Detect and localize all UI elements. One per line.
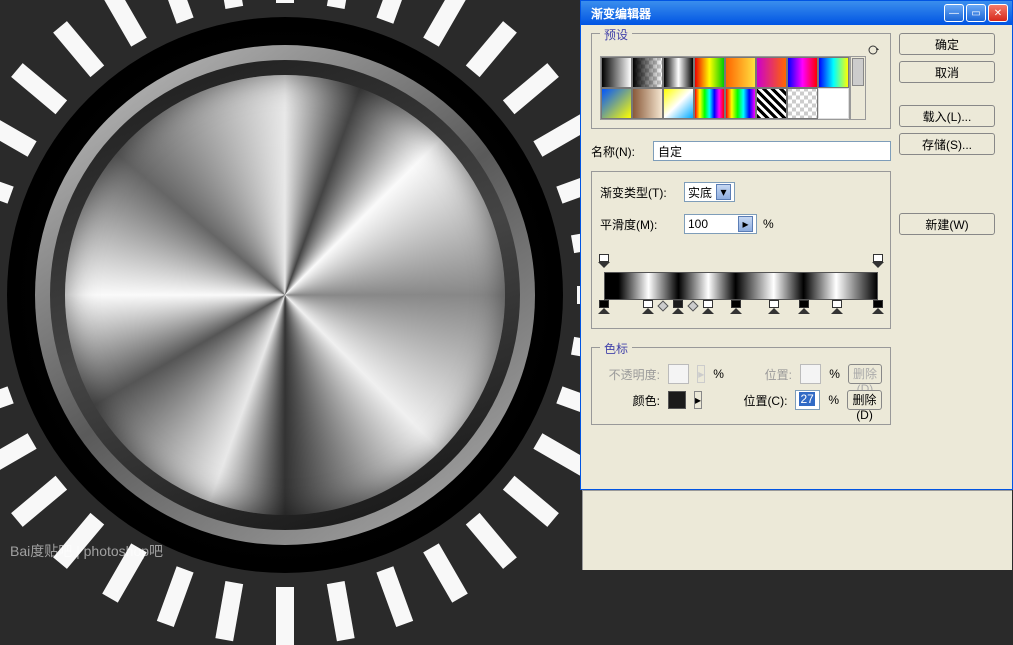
preset-swatch[interactable] [818,57,849,88]
name-label: 名称(N): [591,143,647,160]
color-well[interactable] [668,391,686,409]
color-stop[interactable] [798,300,810,314]
ok-button[interactable]: 确定 [899,33,995,55]
panel-below [582,490,1012,570]
watermark-text: Bai度贴吧 | photoshop吧 [10,541,163,561]
presets-scrollbar[interactable] [850,56,866,120]
maximize-button[interactable]: ▭ [966,4,986,22]
delete-color-stop-button[interactable]: 删除(D) [847,390,882,410]
color-stop[interactable] [642,300,654,314]
chevron-down-icon: ▾ [716,184,731,200]
presets-group: 预设 [591,33,891,129]
preset-swatch[interactable] [663,57,694,88]
position-c-input[interactable]: 27 [795,390,820,410]
color-label: 颜色: [600,392,660,409]
close-button[interactable]: ✕ [988,4,1008,22]
presets-legend: 预设 [600,26,632,43]
smoothness-value: 100 [688,217,734,231]
preset-swatch[interactable] [694,88,725,119]
preset-swatch[interactable] [601,88,632,119]
smoothness-input[interactable]: 100 ▸ [684,214,757,234]
minimize-button[interactable]: — [944,4,964,22]
color-stop[interactable] [768,300,780,314]
color-stop[interactable] [672,300,684,314]
preset-swatch[interactable] [663,88,694,119]
dialog-titlebar[interactable]: 渐变编辑器 — ▭ ✕ [581,1,1012,25]
stops-legend: 色标 [600,340,632,357]
smoothness-label: 平滑度(M): [600,216,678,233]
opacity-stop[interactable] [598,254,610,268]
color-stop[interactable] [831,300,843,314]
document-canvas: Bai度贴吧 | photoshop吧 [0,0,580,573]
gradient-editor-dialog: 渐变编辑器 — ▭ ✕ 预设 [580,0,1013,490]
chevron-right-icon: ▸ [697,365,705,383]
preset-swatch[interactable] [632,57,663,88]
color-stop[interactable] [598,300,610,314]
color-stop[interactable] [702,300,714,314]
presets-flyout-icon[interactable] [866,44,882,56]
preset-swatch[interactable] [694,57,725,88]
preset-swatch[interactable] [601,57,632,88]
smoothness-unit: % [763,217,774,231]
opacity-label: 不透明度: [600,366,660,383]
gradient-type-select[interactable]: 实底 ▾ [684,182,735,202]
gradient-bar[interactable] [600,254,882,318]
midpoint-diamond[interactable] [687,300,698,311]
name-input[interactable] [653,141,891,161]
cancel-button[interactable]: 取消 [899,61,995,83]
preset-swatch[interactable] [787,88,818,119]
preset-swatch[interactable] [787,57,818,88]
chevron-right-icon: ▸ [738,216,753,232]
position-input [800,364,821,384]
preset-swatch[interactable] [725,88,756,119]
pct: % [829,367,840,381]
load-button[interactable]: 载入(L)... [899,105,995,127]
save-button[interactable]: 存储(S)... [899,133,995,155]
position-label: 位置: [732,366,792,383]
delete-opacity-stop-button: 删除(D) [848,364,882,384]
dialog-title: 渐变编辑器 [585,5,944,22]
type-label: 渐变类型(T): [600,184,678,201]
midpoint-diamond[interactable] [657,300,668,311]
pct: % [713,367,724,381]
stops-group: 色标 不透明度: ▸ % 位置: % 删除(D) 颜色: ▸ 位置(C): [591,347,891,425]
color-stop[interactable] [872,300,884,314]
preset-swatch-grid [600,56,850,120]
new-button[interactable]: 新建(W) [899,213,995,235]
chevron-right-icon[interactable]: ▸ [694,391,702,409]
position-c-label: 位置(C): [727,392,787,409]
preset-swatch[interactable] [632,88,663,119]
preset-swatch[interactable] [725,57,756,88]
pct: % [828,393,839,407]
preset-swatch[interactable] [818,88,849,119]
opacity-stop[interactable] [872,254,884,268]
color-stop[interactable] [730,300,742,314]
preset-swatch[interactable] [756,57,787,88]
opacity-input [668,364,689,384]
preset-swatch[interactable] [756,88,787,119]
type-value: 实底 [688,184,712,201]
